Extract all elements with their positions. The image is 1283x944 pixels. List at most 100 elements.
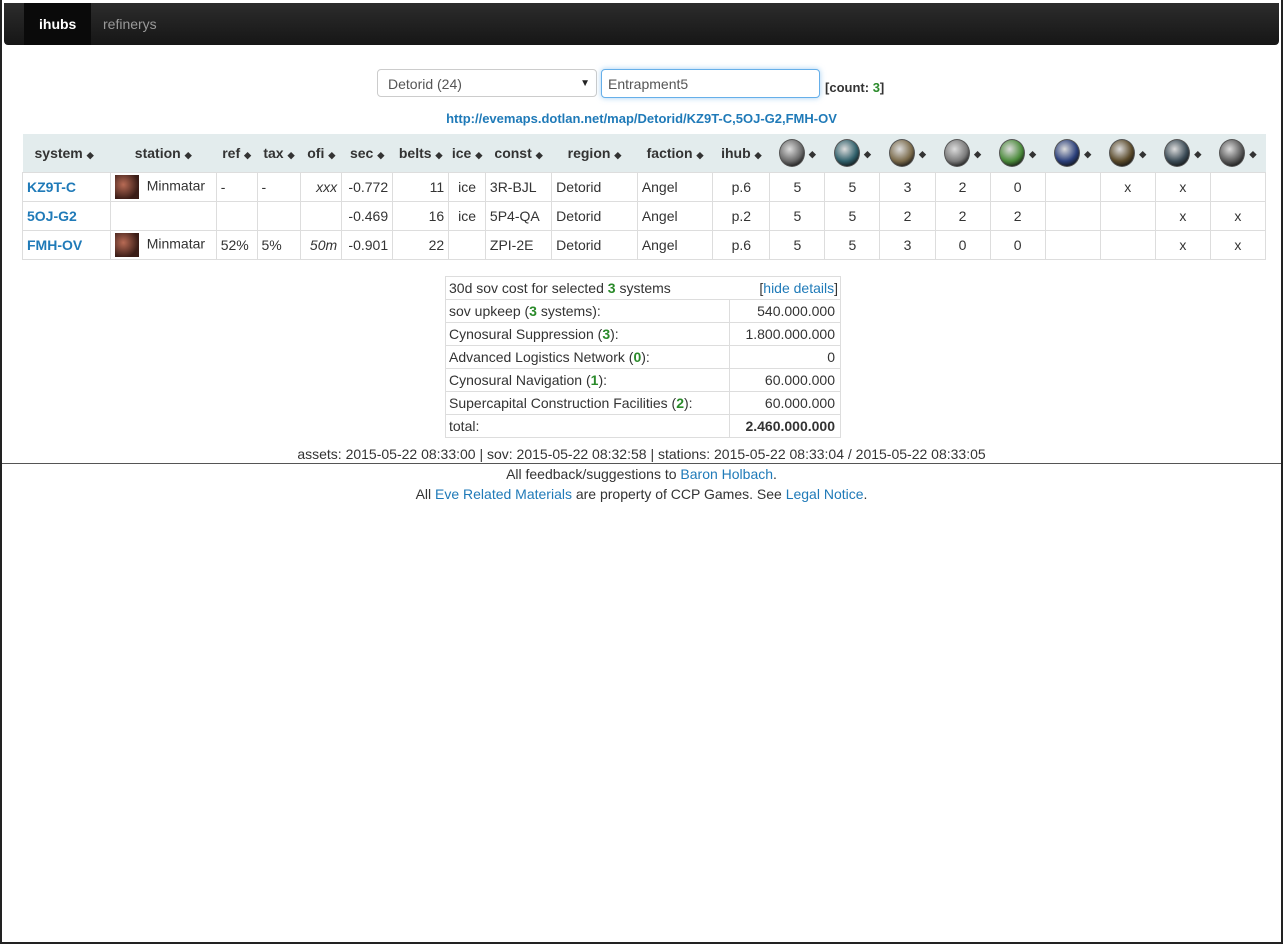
system-link[interactable]: 5OJ-G2 [27,208,77,224]
sort-icon: ◆ [1029,148,1037,159]
upgrade-level-cell: 2 [989,201,1046,231]
minmatar-station-icon [114,175,139,199]
column-header-upgrade-icon-7[interactable]: ◆ [1100,134,1156,173]
sov-total-label: total: [445,414,730,438]
sov-cost-count: 3 [602,326,611,342]
sov-cost-value: 1.800.000.000 [728,322,842,346]
column-header-label: ice [451,145,472,161]
column-header-station[interactable]: station ◆ [110,134,217,173]
sec-cell: -0.469 [341,201,394,231]
upgrade-level-cell [1044,201,1101,231]
belts-cell: 11 [392,172,450,202]
minmatar-station-icon [114,233,139,257]
column-header-label: ref [222,145,241,161]
sort-icon: ◆ [696,150,704,160]
hide-details-link[interactable]: hide details [763,280,834,296]
upgrade-level-cell: 0 [989,230,1046,260]
station-cell: Minmatar [109,230,217,260]
column-header-ice[interactable]: ice ◆ [448,134,486,173]
belts-cell: 16 [392,201,450,231]
sov-cost-count: 3 [529,303,537,319]
upgrade-level-cell: 5 [824,172,881,202]
column-header-ref[interactable]: ref ◆ [216,134,258,173]
region-select-value: Detorid (24) [388,76,462,92]
upgrade-icon-7 [1109,139,1136,167]
column-header-ofi[interactable]: ofi ◆ [300,134,342,173]
sov-cost-row: Supercapital Construction Facilities (2)… [445,391,842,415]
sov-cost-row: Advanced Logistics Network (0): 0 [445,345,842,369]
sov-cost-label: Supercapital Construction Facilities (2)… [445,391,730,415]
sort-icon: ◆ [377,150,385,160]
faction-cell: Angel [636,172,714,202]
baron-holbach-link[interactable]: Baron Holbach [680,466,773,482]
upgrade-level-cell: x [1209,201,1267,231]
nav-item-ihubs[interactable]: ihubs [24,3,92,45]
faction-cell: Angel [636,230,714,260]
station-cell [109,201,217,231]
column-header-upgrade-icon-4[interactable]: ◆ [935,134,991,173]
column-header-region[interactable]: region ◆ [551,134,638,173]
region-cell: Detorid [551,230,638,260]
sort-icon: ◆ [808,148,816,159]
top-navbar: ihubs refinerys [4,3,1279,45]
footer-feedback: All feedback/suggestions to Baron Holbac… [506,466,777,482]
sort-icon: ◆ [1084,148,1092,159]
sort-icon: ◆ [614,150,622,160]
sort-icon: ◆ [287,150,295,160]
sort-icon: ◆ [535,150,543,160]
ref-cell: 52% [215,230,258,260]
column-header-sec[interactable]: sec ◆ [341,134,393,173]
system-cell: KZ9T-C [22,172,111,202]
column-header-label: ihub [721,145,751,161]
column-header-system[interactable]: system ◆ [22,134,111,173]
sov-cost-label: Advanced Logistics Network (0): [445,345,730,369]
upgrade-level-cell: 5 [769,172,826,202]
upgrade-level-cell: 3 [879,172,936,202]
table-row: KZ9T-C Minmatar - - xxx -0.772 11 ice 3R-BJL Deto… [22,172,1267,202]
sov-cost-value: 60.000.000 [728,368,842,392]
column-header-belts[interactable]: belts ◆ [392,134,449,173]
station-name: Minmatar [146,235,206,252]
dotlan-map-link[interactable]: http://evemaps.dotlan.net/map/Detorid/KZ… [0,111,1283,126]
column-header-upgrade-icon-3[interactable]: ◆ [879,134,936,173]
sort-icon: ◆ [435,150,443,160]
tax-cell: - [256,172,302,202]
column-header-upgrade-icon-6[interactable]: ◆ [1045,134,1101,173]
upgrade-level-cell: 2 [879,201,936,231]
column-header-ihub[interactable]: ihub ◆ [712,134,770,173]
ihub-cell: p.6 [712,230,771,260]
table-body: KZ9T-C Minmatar - - xxx -0.772 11 ice 3R-BJL Deto… [22,172,1267,260]
region-select[interactable]: Detorid (24) ▼ [377,69,597,97]
count-display: [count: 3] [825,80,885,95]
caret-down-icon: ▼ [580,78,590,89]
column-header-upgrade-icon-2[interactable]: ◆ [824,134,880,173]
upgrade-level-cell [1044,172,1101,202]
system-link[interactable]: FMH-OV [27,237,82,253]
column-header-const[interactable]: const ◆ [485,134,552,173]
systems-table: system ◆ station ◆ ref ◆ tax ◆ ofi ◆ sec ◆ belts ◆ ice… [22,134,1267,260]
system-link[interactable]: KZ9T-C [27,179,76,195]
column-header-upgrade-icon-5[interactable]: ◆ [990,134,1046,173]
ref-cell: - [215,172,258,202]
sec-cell: -0.772 [341,172,394,202]
column-header-faction[interactable]: faction ◆ [637,134,713,173]
upgrade-level-cell: 2 [934,201,991,231]
nav-item-refinerys[interactable]: refinerys [88,3,172,45]
column-header-upgrade-icon-1[interactable]: ◆ [769,134,825,173]
column-header-upgrade-icon-9[interactable]: ◆ [1210,134,1266,173]
column-header-tax[interactable]: tax ◆ [257,134,301,173]
faction-cell: Angel [636,201,714,231]
sov-cost-count: 1 [590,372,599,388]
legal-notice-link[interactable]: Legal Notice [786,486,864,502]
upgrade-level-cell [1099,201,1156,231]
upgrade-level-cell: x [1099,172,1156,202]
eve-related-materials-link[interactable]: Eve Related Materials [435,486,572,502]
sort-icon: ◆ [919,148,926,159]
sec-cell: -0.901 [341,230,394,260]
column-header-label: region [567,145,611,161]
const-cell: 5P4-QA [484,201,553,231]
upgrade-search-input[interactable] [601,69,820,98]
ref-cell [215,201,258,231]
sov-cost-header-row: 30d sov cost for selected 3 systems [hid… [445,276,841,300]
column-header-upgrade-icon-8[interactable]: ◆ [1155,134,1211,173]
